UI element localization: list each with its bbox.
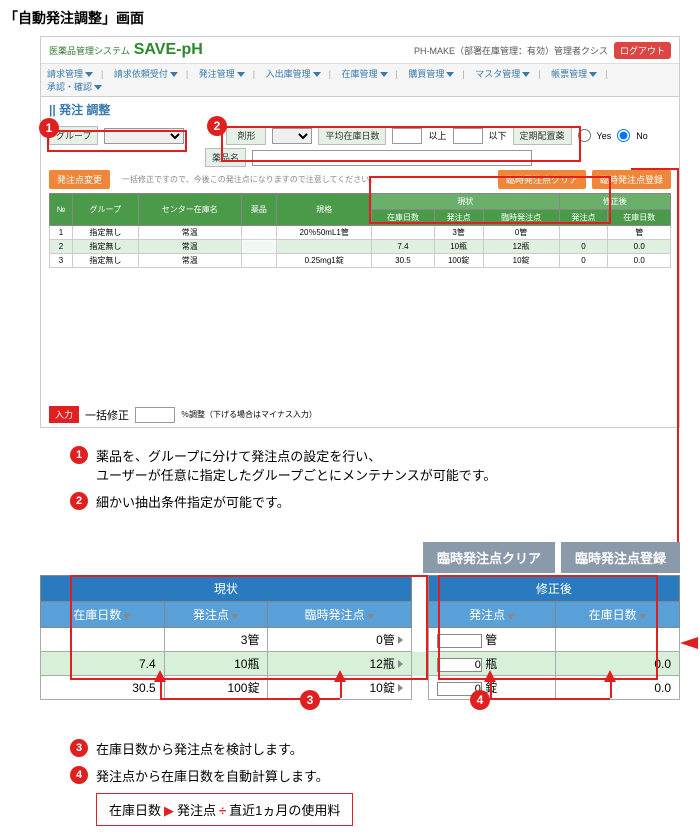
explain-text: 細かい抽出条件指定が可能です。 [96,492,290,511]
logo-subtitle: 医薬品管理システム [49,44,130,57]
table-row[interactable]: 3指定無し常温0.25mg1錠 30.5100錠10錠00.0 [50,254,671,268]
app-header: 医薬品管理システム SAVE-pH PH-MAKE（部署在庫管理：有効）管理者ク… [41,37,679,64]
clear-button[interactable]: 臨時発注点クリア [498,170,586,189]
arrow-right-icon [398,660,403,668]
register-button-zoom[interactable]: 臨時発注点登録 [561,542,680,573]
chevron-down-icon [94,85,102,90]
drug-label: 薬品名 [205,148,246,167]
chevron-down-icon [170,72,178,77]
menu-item[interactable]: 購買管理 [408,67,454,80]
sort-icon[interactable] [639,614,647,619]
menu-item[interactable]: 請求依頼受付 [114,67,178,80]
chevron-down-icon [522,72,530,77]
explain-text: 発注点から在庫日数を自動計算します。 [96,766,329,785]
op-input[interactable] [437,634,482,648]
menu-item[interactable]: 発注管理 [199,67,245,80]
menu-item[interactable]: 請求管理 [47,67,93,80]
formula: 在庫日数▶発注点÷直近1ヵ月の使用料 [96,793,353,826]
menu-bar: 請求管理| 請求依頼受付| 発注管理| 入出庫管理| 在庫管理| 購買管理| マ… [41,64,679,97]
update-button[interactable]: 発注点変更 [49,170,110,189]
filter-zone: 1 2 グループ 剤形 平均在庫日数 以上 以下 定期配置薬 Yes No 薬品… [41,122,679,402]
zoom-table: 現状 修正後 在庫日数 発注点 臨時発注点 発注点 在庫日数 3管0管 管 7.… [40,575,680,700]
callout-1: 1 [39,118,59,138]
form-label: 剤形 [226,126,266,145]
logout-button[interactable]: ログアウト [614,42,671,59]
chevron-down-icon [589,72,597,77]
section-title: || 発注 調整 [41,97,679,122]
chevron-down-icon [313,72,321,77]
chevron-down-icon [380,72,388,77]
sort-icon[interactable] [123,614,131,619]
register-button[interactable]: 臨時発注点登録 [592,170,671,189]
fixed-label: 定期配置薬 [513,126,572,145]
sort-icon[interactable] [507,614,515,619]
callout-3: 3 [300,690,320,710]
page-title: 「自動発注調整」画面 [0,0,700,36]
group-select[interactable] [104,128,184,144]
table-row[interactable]: 2指定無し常温 7.410瓶12瓶00.0 [50,240,671,254]
gte-label: 以上 [428,129,446,142]
table-row[interactable]: 30.5100錠10錠 錠0.0 [41,676,680,700]
input-tag: 入力 [49,406,79,423]
arrow-right-icon [398,684,403,692]
chevron-down-icon [85,72,93,77]
menu-item[interactable]: 在庫管理 [342,67,388,80]
header-info: PH-MAKE（部署在庫管理：有効）管理者クシス [414,44,608,57]
table-row[interactable]: 7.410瓶12瓶 瓶0.0 [41,652,680,676]
menu-item[interactable]: 帳票管理 [551,67,597,80]
form-select[interactable] [272,128,312,144]
callout-4: 4 [70,766,88,784]
explain-text: 在庫日数から発注点を検討します。 [96,739,303,758]
avg-input-max[interactable] [453,128,483,144]
table-row[interactable]: 1指定無し常温20％50mL1管 3管0管管 [50,226,671,240]
batch-input[interactable] [135,407,175,423]
menu-item[interactable]: マスタ管理 [475,67,530,80]
clear-button-zoom[interactable]: 臨時発注点クリア [423,542,555,573]
zoom-panel: 臨時発注点クリア 臨時発注点登録 現状 修正後 在庫日数 発注点 臨時発注点 発… [40,542,680,725]
menu-item[interactable]: 承認・確認 [47,80,102,93]
batch-suffix: ％調整（下げる場合はマイナス入力） [181,409,317,420]
hint-text: 一括修正ですので、今後この発注点になりますので注意してください。 [122,174,377,185]
chevron-down-icon [446,72,454,77]
avg-label: 平均在庫日数 [318,126,386,145]
batch-label: 一括修正 [85,407,129,423]
drug-input[interactable] [252,150,532,166]
fixed-no-radio[interactable] [617,129,630,142]
chevron-down-icon [237,72,245,77]
arrow-right-icon [398,636,403,644]
app-window: 医薬品管理システム SAVE-pH PH-MAKE（部署在庫管理：有効）管理者ク… [40,36,680,428]
explain-text: 薬品を、グループに分けて発注点の設定を行い、ユーザーが任意に指定したグループごと… [96,446,496,484]
callout-2: 2 [207,116,227,136]
lte-label: 以下 [489,129,507,142]
callout-2: 2 [70,492,88,510]
callout-1: 1 [70,446,88,464]
callout-4: 4 [470,690,490,710]
sort-icon[interactable] [231,614,239,619]
data-table: № グループ センター在庫名 薬品 規格 現状 修正後 在庫日数発注点臨時発注点… [49,193,671,268]
fixed-yes-radio[interactable] [578,129,591,142]
menu-item[interactable]: 入出庫管理 [266,67,321,80]
table-row[interactable]: 3管0管 管 [41,628,680,652]
logo: SAVE-pH [134,41,203,59]
input-footer: 入力 一括修正 ％調整（下げる場合はマイナス入力） [41,402,679,427]
op-input[interactable] [437,658,482,672]
callout-3: 3 [70,739,88,757]
sort-icon[interactable] [367,614,375,619]
avg-input-min[interactable] [392,128,422,144]
